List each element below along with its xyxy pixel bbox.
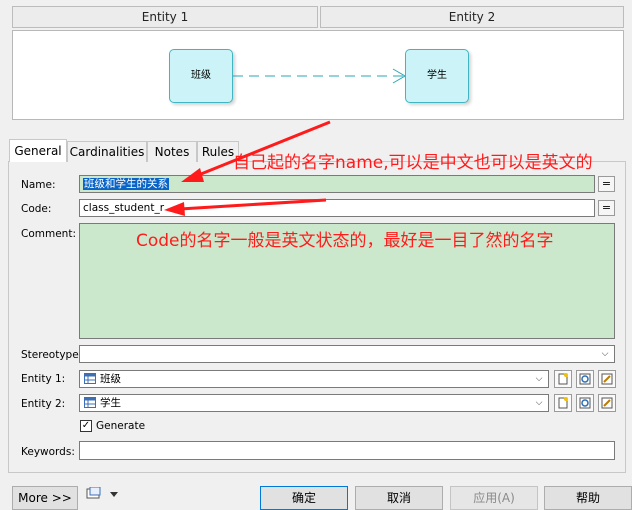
tab-general[interactable]: General — [9, 139, 67, 162]
name-input[interactable]: 班级和学生的关系 — [79, 175, 595, 193]
name-selected-text: 班级和学生的关系 — [83, 178, 169, 190]
new-icon — [558, 373, 568, 385]
code-label: Code: — [21, 203, 52, 215]
chevron-down-icon: ⌵ — [535, 374, 543, 384]
comment-label: Comment: — [21, 228, 76, 240]
diagram-entity-right: 学生 — [405, 49, 469, 103]
relationship-line — [233, 68, 405, 84]
tab-cardinalities[interactable]: Cardinalities — [67, 141, 147, 162]
help-button[interactable]: 帮助 — [544, 486, 632, 510]
entity2-select-button[interactable] — [576, 394, 594, 412]
ok-button[interactable]: 确定 — [260, 486, 348, 510]
keywords-input[interactable] — [79, 441, 615, 460]
more-button[interactable]: More >> — [12, 486, 78, 510]
code-input[interactable]: class_student_r — [79, 199, 595, 217]
entity1-label: Entity 1: — [21, 373, 66, 385]
code-equal-button[interactable]: = — [598, 200, 615, 216]
relationship-diagram: 班级 学生 — [12, 30, 624, 120]
apply-button[interactable]: 应用(A) — [450, 486, 538, 510]
entity2-create-button[interactable] — [554, 394, 572, 412]
browse-icon — [579, 373, 591, 385]
new-icon — [558, 397, 568, 409]
entity1-select[interactable]: 班级 ⌵ — [79, 370, 549, 388]
entity1-create-button[interactable] — [554, 370, 572, 388]
properties-icon — [601, 373, 613, 385]
menu-dropdown-icon[interactable] — [86, 487, 122, 499]
tab-notes[interactable]: Notes — [147, 141, 197, 162]
code-annotation-text: Code的名字一般是英文状态的，最好是一目了然的名字 — [136, 231, 554, 251]
entity-table-icon — [84, 397, 96, 408]
stereotype-select[interactable]: ⌵ — [79, 345, 615, 363]
cancel-button[interactable]: 取消 — [355, 486, 443, 510]
name-label: Name: — [21, 179, 56, 191]
chevron-down-icon: ⌵ — [601, 349, 609, 359]
diagram-entity-left: 班级 — [169, 49, 233, 103]
entity2-column-header: Entity 2 — [320, 6, 624, 28]
keywords-label: Keywords: — [21, 446, 75, 458]
generate-label: Generate — [96, 420, 146, 432]
entity1-column-header: Entity 1 — [12, 6, 318, 28]
entity1-properties-button[interactable] — [598, 370, 616, 388]
properties-icon — [601, 397, 613, 409]
stereotype-label: Stereotype: — [21, 349, 83, 361]
entity2-properties-button[interactable] — [598, 394, 616, 412]
generate-checkbox[interactable]: ✓ — [80, 420, 92, 432]
chevron-down-icon: ⌵ — [535, 398, 543, 408]
name-annotation-text: 自己起的名字name,可以是中文也可以是英文的 — [233, 153, 593, 173]
entity1-value: 班级 — [100, 373, 121, 385]
entity1-select-button[interactable] — [576, 370, 594, 388]
name-equal-button[interactable]: = — [598, 176, 615, 192]
entity-table-icon — [84, 373, 96, 384]
entity2-value: 学生 — [100, 397, 121, 409]
entity2-select[interactable]: 学生 ⌵ — [79, 394, 549, 412]
browse-icon — [579, 397, 591, 409]
entity2-label: Entity 2: — [21, 398, 66, 410]
